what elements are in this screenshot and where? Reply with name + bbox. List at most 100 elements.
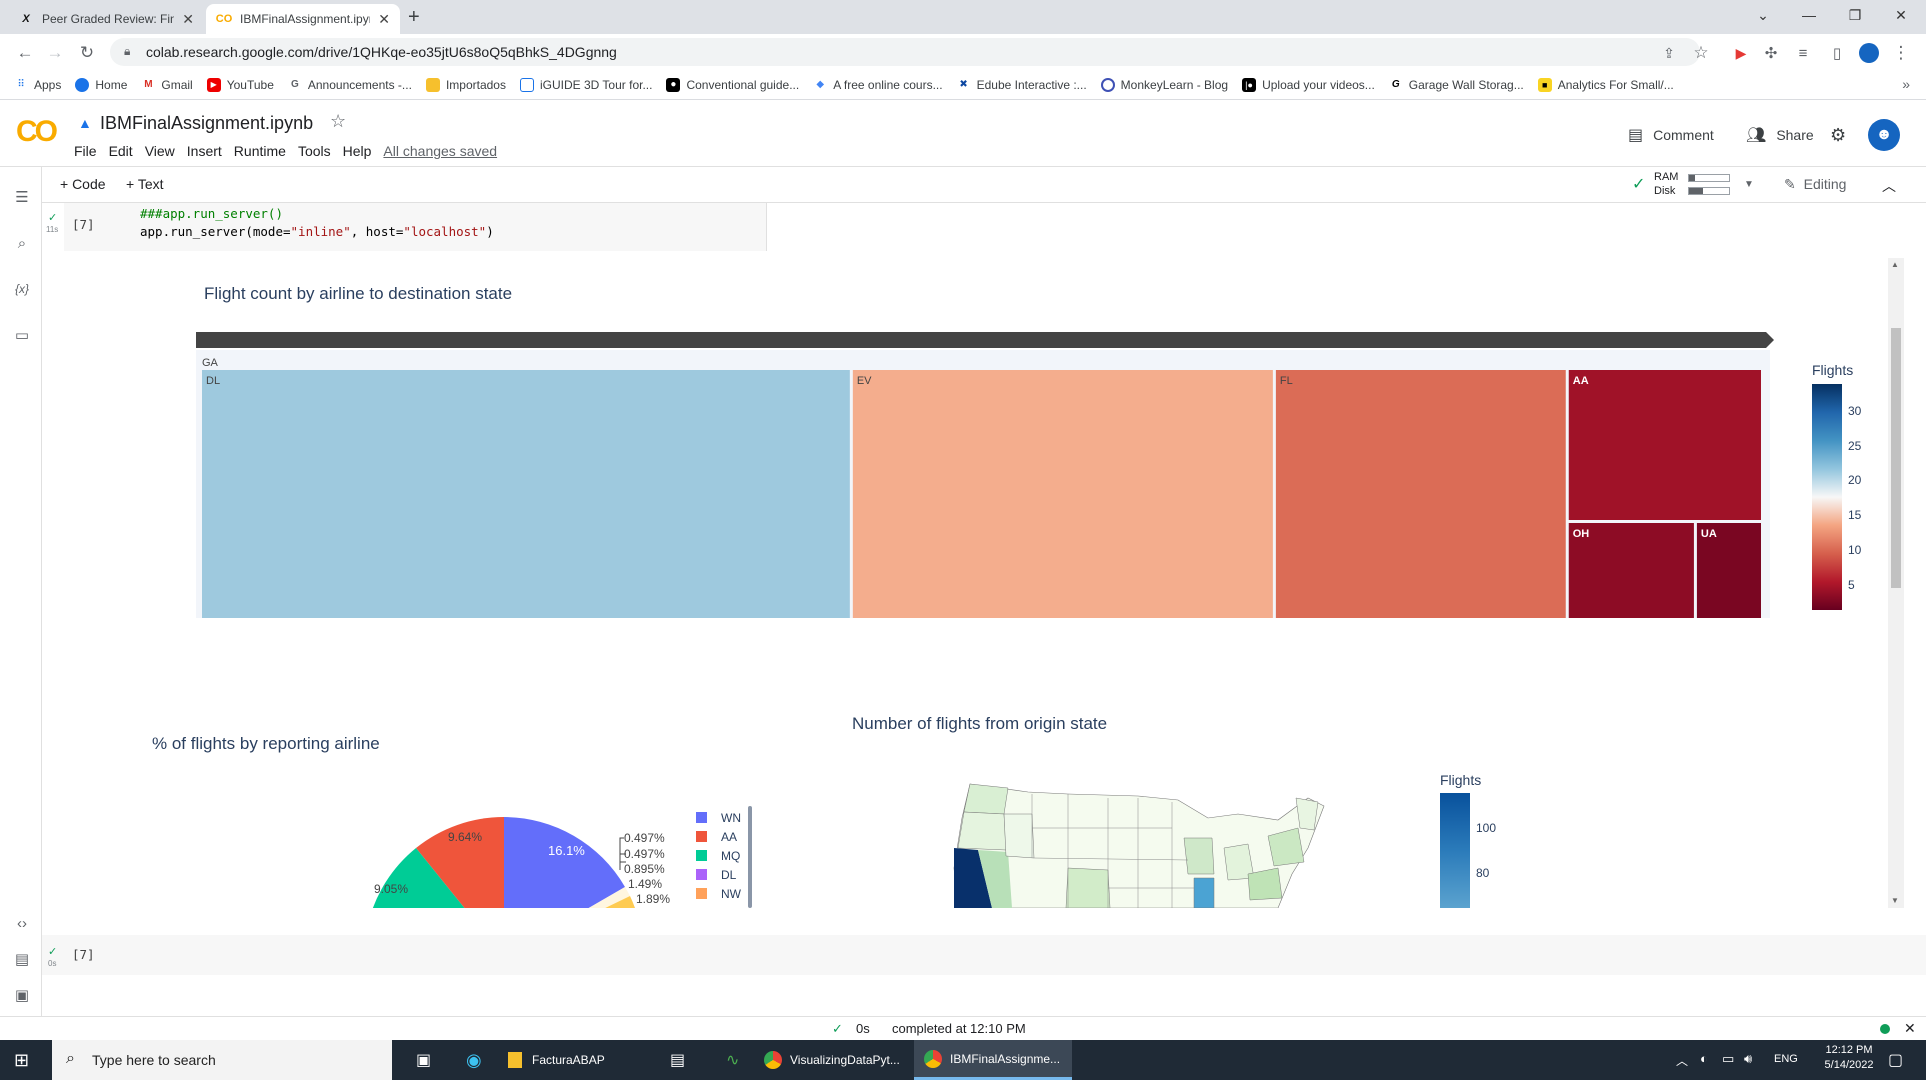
treemap-tile-aa[interactable] bbox=[1568, 370, 1761, 520]
menu-file[interactable]: File bbox=[74, 143, 97, 159]
menu-tools[interactable]: Tools bbox=[298, 143, 331, 159]
map-state-co[interactable] bbox=[1065, 867, 1111, 908]
add-code-button[interactable]: + Code bbox=[60, 176, 106, 192]
notifications-icon[interactable]: ▢ bbox=[1888, 1050, 1903, 1070]
media-queue-icon[interactable]: ≡ bbox=[1790, 40, 1816, 66]
tab-search-chevron-icon[interactable]: ⌄ bbox=[1740, 0, 1786, 30]
bookmark-star-icon[interactable]: ☆ bbox=[1688, 40, 1714, 66]
disk-usage-bar[interactable] bbox=[1688, 187, 1730, 195]
table-of-contents-icon[interactable]: ☰ bbox=[12, 187, 32, 207]
user-avatar[interactable]: ☻ bbox=[1868, 119, 1900, 151]
bookmark-importados[interactable]: Importados bbox=[425, 77, 506, 92]
show-hidden-icons-chevron-icon[interactable]: ︿ bbox=[1676, 1052, 1688, 1069]
bookmark-edube[interactable]: ✖ Edube Interactive :... bbox=[957, 78, 1086, 92]
map-state-wa[interactable] bbox=[963, 783, 1009, 815]
settings-gear-icon[interactable]: ⚙ bbox=[1830, 125, 1846, 146]
bookmark-conventional[interactable]: ● Conventional guide... bbox=[666, 77, 799, 92]
close-tab-icon[interactable]: ✕ bbox=[378, 11, 390, 28]
browser-tab-peer-review[interactable]: X Peer Graded Review: Final Assign ✕ bbox=[8, 4, 204, 34]
add-text-button[interactable]: + Text bbox=[126, 176, 164, 192]
map-state-il[interactable] bbox=[1193, 877, 1215, 908]
back-arrow-icon[interactable]: ← bbox=[12, 40, 38, 66]
comment-button[interactable]: ▤ Comment bbox=[1628, 125, 1714, 145]
menu-help[interactable]: Help bbox=[343, 143, 372, 159]
notebook-title[interactable]: IBMFinalAssignment.ipynb bbox=[100, 113, 313, 134]
bookmark-iguide[interactable]: iGUIDE 3D Tour for... bbox=[519, 77, 652, 92]
ram-usage-bar[interactable] bbox=[1688, 174, 1730, 182]
treemap-pathbar[interactable] bbox=[196, 332, 1774, 348]
bookmark-gmail[interactable]: M Gmail bbox=[141, 78, 193, 92]
browser-menu-icon[interactable]: ⋮ bbox=[1888, 40, 1914, 66]
taskbar-app-factura[interactable]: FacturaABAP bbox=[498, 1040, 648, 1080]
address-bar[interactable]: 🔒︎ colab.research.google.com/drive/1QHKq… bbox=[110, 38, 1700, 66]
files-folder-icon[interactable]: ▭ bbox=[12, 325, 32, 345]
output-scrollbar[interactable]: ▲ ▼ bbox=[1888, 258, 1904, 908]
activity-monitor-icon[interactable]: ∿ bbox=[716, 1040, 749, 1080]
status-text[interactable]: completed at 12:10 PM bbox=[892, 1021, 1026, 1036]
youtube-extension-icon[interactable]: ▶ bbox=[1728, 40, 1754, 66]
bookmark-apps[interactable]: ⠿ Apps bbox=[14, 78, 61, 92]
bookmark-free-course[interactable]: ◆ A free online cours... bbox=[813, 78, 942, 92]
side-panel-icon[interactable]: ▯ bbox=[1824, 40, 1850, 66]
legend-scrollbar[interactable] bbox=[748, 806, 752, 908]
windows-start-icon[interactable]: ⊞ bbox=[14, 1050, 29, 1071]
collapse-chevron-icon[interactable]: ︿ bbox=[1882, 176, 1896, 196]
scroll-down-arrow-icon[interactable]: ▼ bbox=[1891, 896, 1899, 905]
bookmark-analytics[interactable]: ■ Analytics For Small/... bbox=[1537, 77, 1674, 92]
code-cell[interactable]: ✓ 11s [7] ###app.run_server() app.run_se… bbox=[42, 203, 1926, 251]
share-button[interactable]: 👥︎ Share bbox=[1746, 125, 1814, 145]
bookmark-announcements[interactable]: G Announcements -... bbox=[288, 78, 412, 92]
runtime-dropdown-icon[interactable]: ▼ bbox=[1744, 179, 1754, 190]
menu-edit[interactable]: Edit bbox=[109, 143, 133, 159]
taskbar-search-box[interactable]: ⌕ Type here to search bbox=[52, 1040, 392, 1080]
code-text[interactable]: ###app.run_server() app.run_server(mode=… bbox=[140, 205, 494, 241]
empty-code-cell[interactable]: ✓ 0s [7] bbox=[42, 935, 1926, 975]
meet-now-icon[interactable]: ◐ bbox=[1700, 1051, 1708, 1066]
new-tab-plus-icon[interactable]: + bbox=[408, 6, 420, 29]
command-palette-icon[interactable]: ▤ bbox=[12, 949, 32, 969]
menu-runtime[interactable]: Runtime bbox=[234, 143, 286, 159]
taskbar-app-ibmfinal[interactable]: IBMFinalAssignme... bbox=[914, 1040, 1072, 1080]
scroll-up-arrow-icon[interactable]: ▲ bbox=[1891, 260, 1899, 269]
legend-item-wn[interactable]: WN bbox=[696, 808, 741, 827]
legend-item-mq[interactable]: MQ bbox=[696, 846, 741, 865]
forward-arrow-icon[interactable]: → bbox=[42, 40, 68, 66]
close-tab-icon[interactable]: ✕ bbox=[182, 11, 194, 28]
close-window-icon[interactable]: ✕ bbox=[1878, 0, 1924, 30]
share-page-icon[interactable]: ⇪ bbox=[1656, 40, 1682, 66]
pie-slice-wn[interactable] bbox=[504, 817, 625, 908]
bookmark-youtube[interactable]: ▶ YouTube bbox=[206, 77, 274, 92]
browser-tab-colab[interactable]: CO IBMFinalAssignment.ipynb - Cola ✕ bbox=[206, 4, 400, 34]
restore-icon[interactable]: ❐ bbox=[1832, 0, 1878, 30]
extensions-puzzle-icon[interactable]: ✣ bbox=[1758, 40, 1784, 66]
taskbar-clock[interactable]: 12:12 PM 5/14/2022 bbox=[1818, 1044, 1880, 1071]
minimize-icon[interactable]: — bbox=[1786, 0, 1832, 30]
disk-app-icon[interactable]: ▤ bbox=[660, 1040, 695, 1080]
map-state-wi[interactable] bbox=[1183, 837, 1215, 875]
volume-icon[interactable]: 🔊︎ bbox=[1744, 1051, 1752, 1067]
scrollbar-thumb[interactable] bbox=[1891, 328, 1901, 588]
menu-view[interactable]: View bbox=[145, 143, 175, 159]
more-bookmarks-icon[interactable]: » bbox=[1902, 76, 1910, 92]
reload-icon[interactable]: ↻ bbox=[74, 40, 100, 66]
terminal-icon[interactable]: ▣ bbox=[12, 985, 32, 1005]
profile-avatar-icon[interactable] bbox=[1856, 40, 1882, 66]
star-notebook-icon[interactable]: ☆ bbox=[330, 111, 346, 132]
bookmark-home[interactable]: Home bbox=[75, 77, 127, 92]
map-state-id[interactable] bbox=[1003, 813, 1035, 859]
menu-insert[interactable]: Insert bbox=[187, 143, 222, 159]
bookmark-monkeylearn[interactable]: MonkeyLearn - Blog bbox=[1100, 77, 1228, 92]
treemap-tile-fl[interactable] bbox=[1275, 370, 1566, 618]
task-view-icon[interactable]: ▣ bbox=[406, 1040, 441, 1080]
editing-mode-button[interactable]: ✎ Editing bbox=[1784, 176, 1846, 193]
search-icon[interactable]: ⌕ bbox=[12, 233, 32, 253]
legend-item-dl[interactable]: DL bbox=[696, 865, 741, 884]
code-snippets-icon[interactable]: ‹› bbox=[12, 913, 32, 933]
map-state-or[interactable] bbox=[957, 811, 1007, 851]
legend-item-aa[interactable]: AA bbox=[696, 827, 741, 846]
network-icon[interactable]: ▭ bbox=[1722, 1051, 1734, 1067]
close-status-icon[interactable]: ✕ bbox=[1904, 1020, 1916, 1037]
map-state-pa[interactable] bbox=[1247, 867, 1283, 901]
bookmark-garage[interactable]: G Garage Wall Storag... bbox=[1389, 78, 1524, 92]
save-status-link[interactable]: All changes saved bbox=[383, 143, 497, 159]
